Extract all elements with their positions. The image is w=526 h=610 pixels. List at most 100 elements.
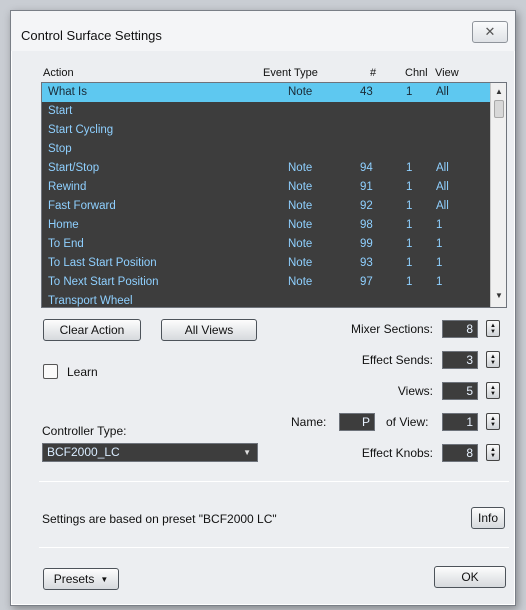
dropdown-arrow-icon: ▼ (243, 448, 251, 457)
separator (39, 481, 509, 482)
cell-chnl: 1 (406, 162, 413, 174)
cell-chnl: 1 (406, 86, 413, 98)
cell-event: Note (288, 276, 313, 288)
separator (39, 547, 509, 548)
cell-action: To Next Start Position (48, 276, 159, 288)
cell-event: Note (288, 219, 313, 231)
cell-num: 43 (360, 86, 373, 98)
table-row[interactable]: What Is Note 43 1 All (42, 83, 490, 102)
views-stepper[interactable]: ▲ ▼ (486, 382, 500, 399)
table-row[interactable]: Transport Wheel (42, 292, 490, 307)
effect-sends-label: Effect Sends: (361, 353, 433, 367)
cell-action: Stop (48, 143, 72, 155)
effect-knobs-label: Effect Knobs: (361, 446, 433, 460)
cell-view: All (436, 86, 449, 98)
controller-type-value: BCF2000_LC (47, 445, 120, 459)
cell-view: 1 (436, 257, 443, 269)
table-row[interactable]: Rewind Note 91 1 All (42, 178, 490, 197)
table-row[interactable]: Start Cycling (42, 121, 490, 140)
cell-action: Home (48, 219, 79, 231)
action-rows: What Is Note 43 1 All Start Start Cycling Stop S… (42, 83, 490, 307)
views-label: Views: (397, 384, 433, 398)
cell-num: 97 (360, 276, 373, 288)
cell-action: Start (48, 105, 73, 117)
table-row[interactable]: Start/Stop Note 94 1 All (42, 159, 490, 178)
cell-chnl: 1 (406, 257, 413, 269)
cell-num: 98 (360, 219, 373, 231)
list-header: Action Event Type # Chnl View (43, 67, 513, 81)
of-view-label: of View: (386, 415, 429, 429)
action-list[interactable]: What Is Note 43 1 All Start Start Cycling Stop S… (41, 82, 507, 308)
cell-action: Rewind (48, 181, 87, 193)
of-view-field[interactable]: 1 (442, 413, 478, 431)
effect-knobs-field[interactable]: 8 (442, 444, 478, 462)
all-views-button[interactable]: All Views (161, 319, 257, 341)
table-row[interactable]: Stop (42, 140, 490, 159)
views-field[interactable]: 5 (442, 382, 478, 400)
control-surface-settings-dialog: Control Surface Settings ✕ Action Event … (10, 10, 516, 606)
cell-event: Note (288, 238, 313, 250)
cell-action: To End (48, 238, 84, 250)
cell-num: 92 (360, 200, 373, 212)
cell-num: 99 (360, 238, 373, 250)
title-bar: Control Surface Settings ✕ (11, 11, 515, 51)
presets-label: Presets (53, 572, 95, 586)
name-field[interactable]: P (339, 413, 375, 431)
cell-num: 91 (360, 181, 373, 193)
dropdown-arrow-icon: ▼ (100, 574, 109, 584)
clear-action-button[interactable]: Clear Action (43, 319, 141, 341)
cell-view: 1 (436, 276, 443, 288)
cell-event: Note (288, 162, 313, 174)
preset-status-text: Settings are based on preset "BCF2000 LC… (42, 512, 277, 526)
cell-num: 93 (360, 257, 373, 269)
cell-event: Note (288, 181, 313, 193)
cell-action: To Last Start Position (48, 257, 157, 269)
controller-type-select[interactable]: BCF2000_LC ▼ (42, 443, 258, 462)
close-button[interactable]: ✕ (472, 21, 508, 43)
scroll-up-arrow-icon[interactable]: ▲ (494, 87, 504, 97)
cell-event: Note (288, 257, 313, 269)
info-button[interactable]: Info (471, 507, 505, 529)
column-header-number[interactable]: # (370, 67, 376, 79)
cell-chnl: 1 (406, 200, 413, 212)
column-header-channel[interactable]: Chnl (405, 67, 428, 79)
cell-action: Start/Stop (48, 162, 100, 174)
column-header-action[interactable]: Action (43, 67, 74, 79)
vertical-scrollbar[interactable]: ▲ ▼ (490, 83, 506, 307)
name-label: Name: (291, 415, 327, 429)
column-header-view[interactable]: View (435, 67, 459, 79)
table-row[interactable]: Start (42, 102, 490, 121)
cell-event: Note (288, 200, 313, 212)
cell-chnl: 1 (406, 276, 413, 288)
mixer-sections-stepper[interactable]: ▲ ▼ (486, 320, 500, 337)
scroll-down-arrow-icon[interactable]: ▼ (494, 291, 504, 301)
cell-view: All (436, 162, 449, 174)
effect-sends-stepper[interactable]: ▲ ▼ (486, 351, 500, 368)
scroll-thumb[interactable] (494, 100, 504, 118)
learn-checkbox[interactable] (43, 364, 58, 379)
mixer-sections-field[interactable]: 8 (442, 320, 478, 338)
cell-action: Start Cycling (48, 124, 114, 136)
column-header-event-type[interactable]: Event Type (263, 67, 318, 79)
table-row[interactable]: Home Note 98 1 1 (42, 216, 490, 235)
table-row[interactable]: To Last Start Position Note 93 1 1 (42, 254, 490, 273)
effect-sends-field[interactable]: 3 (442, 351, 478, 369)
table-row[interactable]: To Next Start Position Note 97 1 1 (42, 273, 490, 292)
effect-knobs-stepper[interactable]: ▲ ▼ (486, 444, 500, 461)
table-row[interactable]: Fast Forward Note 92 1 All (42, 197, 490, 216)
cell-chnl: 1 (406, 238, 413, 250)
cell-view: All (436, 181, 449, 193)
cell-view: All (436, 200, 449, 212)
table-row[interactable]: To End Note 99 1 1 (42, 235, 490, 254)
of-view-stepper[interactable]: ▲ ▼ (486, 413, 500, 430)
controller-type-label: Controller Type: (42, 424, 127, 438)
cell-chnl: 1 (406, 219, 413, 231)
cell-action: Fast Forward (48, 200, 116, 212)
cell-num: 94 (360, 162, 373, 174)
mixer-sections-label: Mixer Sections: (350, 322, 433, 336)
ok-button[interactable]: OK (434, 566, 506, 588)
cell-chnl: 1 (406, 181, 413, 193)
cell-view: 1 (436, 238, 443, 250)
cell-view: 1 (436, 219, 443, 231)
presets-menu-button[interactable]: Presets ▼ (43, 568, 119, 590)
